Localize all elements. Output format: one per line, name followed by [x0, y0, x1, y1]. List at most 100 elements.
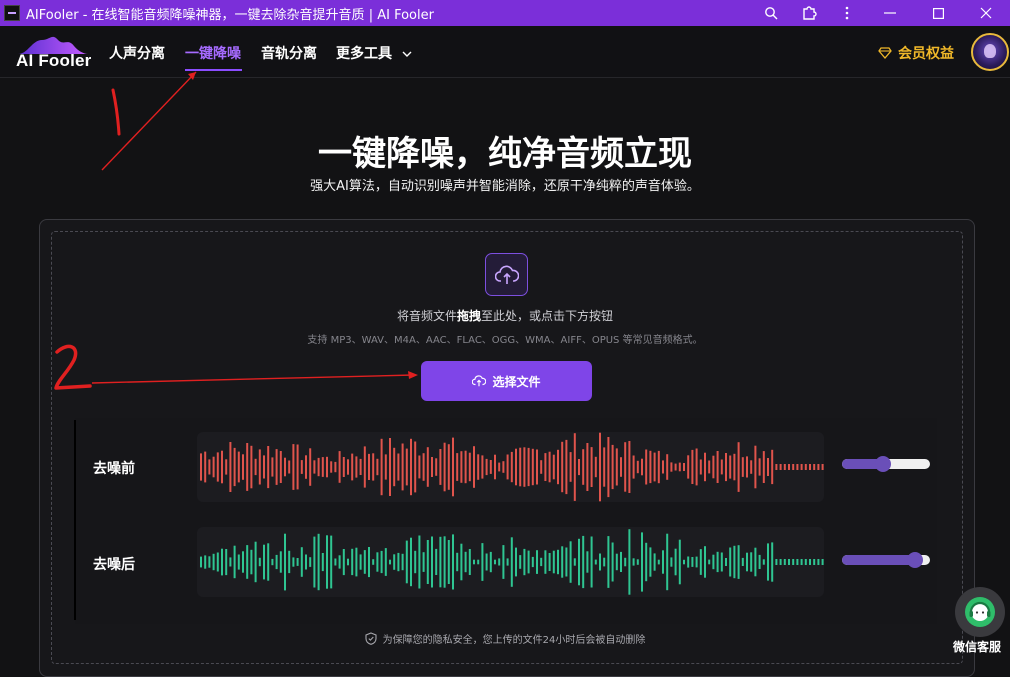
waveform-bar — [519, 555, 522, 569]
waveform-bar — [725, 558, 727, 566]
waveform-bar — [254, 458, 257, 476]
waveform-bar — [552, 454, 555, 480]
user-avatar[interactable] — [971, 33, 1009, 71]
cloud-upload-icon[interactable] — [485, 253, 528, 296]
waveform-bar — [338, 555, 341, 569]
waveform-bar — [544, 453, 547, 481]
waveform-bar — [225, 459, 228, 475]
maximize-icon[interactable] — [914, 0, 962, 26]
waveform-bar — [615, 553, 618, 571]
waveform-bar — [212, 553, 215, 571]
waveform-bar — [636, 559, 639, 565]
nav-item-voice-separation[interactable]: 人声分离 — [109, 43, 165, 63]
waveform-bar — [330, 461, 333, 473]
close-icon[interactable] — [962, 0, 1010, 26]
nav-item-denoise[interactable]: 一键降噪 — [185, 43, 241, 63]
waveform-bar — [582, 449, 585, 485]
more-menu-icon[interactable] — [828, 0, 866, 26]
waveform-bar — [464, 551, 467, 573]
waveform-bar — [481, 455, 484, 479]
waveform-bar — [699, 459, 702, 475]
waveform-bar — [515, 547, 517, 577]
waveform-bar — [321, 553, 324, 572]
waveform-bar — [788, 559, 790, 565]
waveform-bar — [338, 451, 341, 483]
waveform-bar — [229, 442, 232, 492]
minimize-icon[interactable] — [866, 0, 914, 26]
waveform-bar — [384, 548, 387, 576]
nav-item-track-separation[interactable]: 音轨分离 — [261, 43, 317, 63]
waveform-bar — [431, 536, 433, 588]
waveform-bar — [712, 455, 715, 479]
waveform-bar — [641, 532, 643, 592]
drop-hint-prefix: 将音频文件 — [396, 309, 457, 323]
waveform-bar — [641, 458, 643, 476]
waveform-bar — [771, 542, 774, 582]
waveform-bar — [720, 552, 723, 572]
waveform-bar — [279, 551, 282, 573]
waveform-bar — [380, 438, 383, 496]
waveform-bar — [397, 552, 400, 572]
waveform-bar — [779, 559, 782, 565]
waveform-bar — [611, 542, 614, 582]
waveform-bar — [540, 557, 543, 567]
waveform-bar — [267, 543, 270, 581]
waveform-bar — [258, 449, 261, 485]
waveform-bar — [216, 452, 219, 482]
waveform-bar — [741, 457, 744, 477]
waveform-bar — [225, 549, 228, 576]
waveform-bar — [426, 540, 429, 584]
waveform-bar — [401, 553, 404, 571]
choose-file-label: 选择文件 — [492, 374, 541, 389]
waveform-bar — [477, 454, 480, 480]
waveform-bar — [485, 553, 488, 571]
wechat-support-button[interactable] — [955, 587, 1005, 637]
vip-benefits-link[interactable]: 会员权益 — [878, 43, 954, 63]
after-volume-slider[interactable] — [842, 552, 930, 568]
waveform-bar — [691, 449, 694, 484]
waveform-bar — [519, 447, 522, 487]
waveform-bar — [670, 557, 673, 567]
waveform-bar — [523, 548, 526, 576]
waveform-bar — [779, 464, 782, 470]
waveform-bar — [578, 538, 580, 586]
waveform-bar — [800, 559, 803, 565]
waveform-bar — [502, 461, 505, 473]
before-volume-knob[interactable] — [875, 456, 891, 472]
waveform-bar — [813, 559, 816, 565]
waveform-bar — [653, 452, 656, 482]
hero-title: 一键降噪，纯净音频立现 — [318, 134, 692, 174]
waveform-bar — [737, 545, 740, 579]
waveform-bar — [636, 460, 639, 474]
waveform-bar — [708, 559, 711, 565]
waveform-bar — [460, 451, 463, 483]
before-volume-slider[interactable] — [842, 456, 930, 472]
waveform-bar — [809, 559, 811, 565]
waveform-bar — [754, 445, 757, 489]
waveform-bar — [821, 464, 824, 470]
waveform-bar — [792, 559, 795, 565]
hero-subtitle: 强大AI算法，自动识别噪声并智能消除，还原干净纯粹的声音体验。 — [310, 179, 700, 194]
compare-divider — [74, 420, 76, 620]
waveform-bar — [355, 547, 358, 577]
waveform-bar — [599, 432, 601, 502]
waveform-bar — [645, 542, 648, 582]
waveform-bar — [321, 457, 324, 477]
waveform-bar — [317, 533, 320, 591]
after-waveform[interactable] — [197, 527, 824, 597]
waveform-bar — [418, 455, 421, 479]
nav-item-more-tools[interactable]: 更多工具 — [336, 43, 412, 63]
zoom-icon[interactable] — [752, 0, 790, 26]
waveform-bar — [250, 445, 253, 489]
upload-icon — [472, 375, 487, 387]
waveform-bar — [775, 464, 778, 470]
choose-file-button[interactable]: 选择文件 — [421, 361, 592, 401]
waveform-bar — [632, 558, 635, 566]
waveform-bar — [729, 547, 732, 577]
before-waveform[interactable] — [197, 432, 824, 502]
waveform-bar — [405, 448, 408, 486]
waveform-bar — [746, 456, 748, 478]
extensions-icon[interactable] — [790, 0, 828, 26]
after-volume-knob[interactable] — [907, 552, 923, 568]
waveform-bar — [464, 450, 467, 484]
